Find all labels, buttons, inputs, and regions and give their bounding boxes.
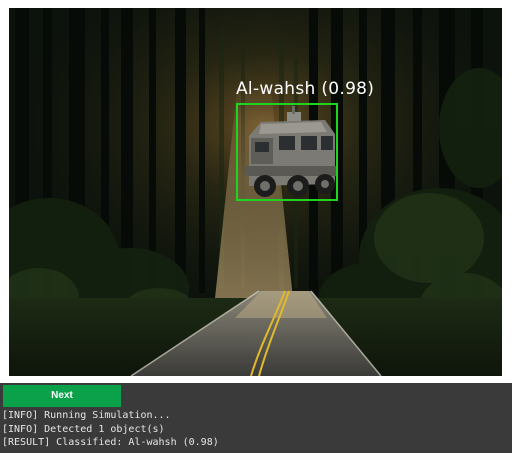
detection-label: Al-wahsh (0.98) [236, 79, 375, 99]
forest-road-image: Al-wahsh (0.98) [9, 8, 502, 376]
detection-bounding-box [236, 103, 338, 201]
log-line: [INFO] Detected 1 object(s) [2, 423, 165, 435]
log-line: [INFO] Running Simulation... [2, 410, 171, 421]
log-line: [RESULT] Classified: Al-wahsh (0.98) [2, 437, 219, 448]
image-viewer: Al-wahsh (0.98) [0, 0, 512, 383]
control-panel: Next [INFO] Running Simulation... [INFO]… [0, 383, 512, 453]
console-log: [INFO] Running Simulation... [INFO] Dete… [2, 409, 510, 450]
next-button[interactable]: Next [3, 385, 121, 407]
